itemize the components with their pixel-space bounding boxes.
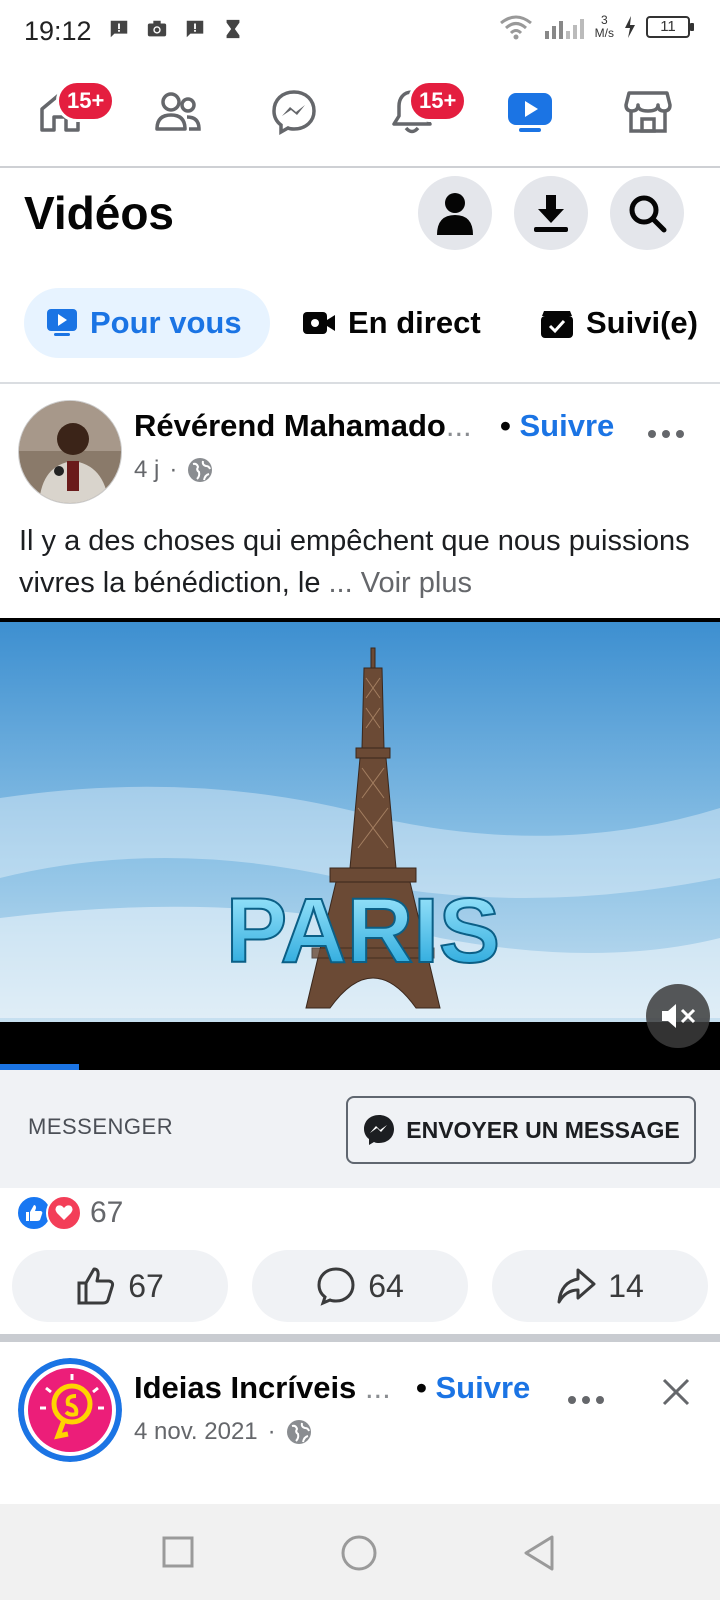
back-icon[interactable] (522, 1534, 556, 1572)
more-options-icon[interactable] (566, 1394, 606, 1406)
notifications-badge: 15+ (408, 80, 468, 122)
post-author[interactable]: Révérend Mahamado... (134, 408, 472, 444)
avatar-image (18, 1358, 122, 1462)
search-button[interactable] (610, 176, 684, 250)
post-meta: 4 j · (134, 456, 213, 484)
nav-home[interactable]: 15+ (30, 80, 116, 142)
tab-for-you[interactable]: Pour vous (24, 288, 270, 358)
hourglass-icon (226, 19, 240, 39)
home-badge: 15+ (56, 80, 116, 122)
comment-icon (317, 1267, 355, 1306)
more-options-icon[interactable] (646, 428, 686, 440)
close-icon[interactable] (656, 1372, 696, 1412)
nav-friends[interactable] (148, 82, 208, 142)
share-button[interactable]: 14 (492, 1250, 708, 1322)
follow-button[interactable]: • Suivre (500, 408, 614, 444)
globe-icon (286, 1420, 311, 1444)
video-frame: PARIS (0, 618, 720, 1070)
like-button[interactable]: 67 (12, 1250, 228, 1322)
recents-icon[interactable] (162, 1536, 194, 1568)
video-tab-icon (47, 309, 77, 336)
see-more-link[interactable]: Voir plus (361, 567, 472, 599)
camera-icon (147, 20, 167, 37)
nav-marketplace[interactable] (618, 82, 678, 142)
friends-icon (155, 92, 201, 131)
divider (0, 382, 720, 384)
tab-label: En direct (348, 305, 481, 340)
author-avatar[interactable] (18, 1358, 122, 1462)
author-avatar[interactable] (18, 400, 122, 504)
system-navigation-bar (0, 1504, 720, 1600)
status-system-icons: 3 M/s 11 (499, 13, 694, 40)
messenger-label: MESSENGER (28, 1114, 174, 1139)
post-time: 4 j (134, 456, 160, 483)
page-title: Vidéos (24, 187, 174, 239)
live-camera-icon (303, 312, 335, 334)
thumbs-up-icon (77, 1267, 115, 1305)
nav-video[interactable] (500, 82, 560, 142)
messenger-icon (272, 90, 316, 136)
status-bar: 19:12 3 M/s 11 (0, 0, 720, 64)
tab-following[interactable]: Suivi(e) (540, 288, 698, 358)
home-nav-icon[interactable] (340, 1534, 378, 1572)
reactions-count: 67 (90, 1196, 124, 1229)
signal-icon (544, 19, 584, 39)
person-icon (437, 193, 473, 235)
follow-button[interactable]: • Suivre (416, 1370, 530, 1406)
share-icon (557, 1268, 596, 1304)
avatar-image (19, 401, 121, 503)
nav-messenger[interactable] (264, 82, 324, 142)
mute-button[interactable] (646, 984, 710, 1048)
marketplace-icon (624, 91, 672, 133)
messenger-cta-bar: MESSENGER ENVOYER UN MESSAGE (0, 1070, 720, 1188)
message-alert-icon (110, 20, 128, 38)
wifi-icon (499, 15, 532, 40)
globe-icon (188, 458, 213, 482)
comment-button[interactable]: 64 (252, 1250, 468, 1322)
download-icon (534, 195, 568, 232)
post-author[interactable]: Ideias Incríveis ... (134, 1370, 391, 1406)
profile-button[interactable] (418, 176, 492, 250)
nav-notifications[interactable]: 15+ (382, 80, 468, 142)
tab-label: Pour vous (90, 305, 242, 340)
network-speed: 3 M/s (594, 13, 614, 40)
saved-videos-button[interactable] (514, 176, 588, 250)
love-reaction-icon (46, 1195, 82, 1231)
tab-label: Suivi(e) (586, 305, 698, 340)
charging-icon (625, 16, 635, 38)
post-meta: 4 nov. 2021 · (134, 1418, 312, 1446)
top-navigation: 15+ 15+ (0, 64, 720, 168)
following-icon (541, 311, 573, 338)
video-icon (508, 93, 552, 132)
search-icon (629, 195, 667, 233)
message-alert-icon (186, 20, 204, 38)
send-message-button[interactable]: ENVOYER UN MESSAGE (346, 1096, 696, 1164)
messenger-icon (364, 1115, 395, 1145)
battery-level: 11 (646, 16, 694, 38)
video-overlay-text: PARIS (226, 880, 500, 982)
post-text: Il y a des choses qui empêchent que nous… (19, 525, 690, 599)
status-notification-icons (108, 18, 244, 40)
video-player[interactable]: PARIS (0, 618, 720, 1070)
status-time: 19:12 (24, 16, 92, 46)
post-separator (0, 1334, 720, 1342)
reactions-summary[interactable]: 67 (16, 1195, 123, 1231)
volume-muted-icon (662, 1004, 696, 1028)
post-time: 4 nov. 2021 (134, 1418, 258, 1445)
tab-live[interactable]: En direct (302, 288, 481, 358)
